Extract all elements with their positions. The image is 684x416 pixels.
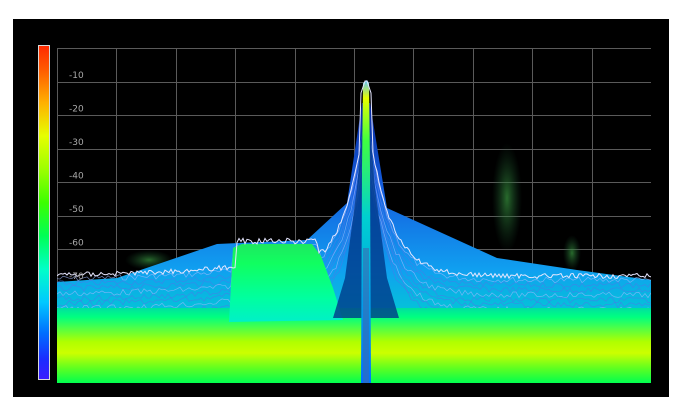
- spectrum-base-fill: [57, 308, 651, 383]
- amplitude-tick-label: -70: [69, 272, 84, 282]
- amplitude-tick-label: -50: [69, 205, 84, 215]
- amplitude-tick-label: -20: [69, 105, 84, 115]
- ghost-signal: [492, 143, 522, 253]
- amplitude-tick-label: -30: [69, 138, 84, 148]
- amplitude-tick-label: -40: [69, 172, 84, 182]
- color-scale-bar: [38, 45, 50, 380]
- carrier-stem: [363, 248, 369, 383]
- amplitude-tick-label: -60: [69, 239, 84, 249]
- spectrum-display: -10 -20 -30 -40 -50 -60 -70: [13, 19, 669, 397]
- persistence-spectrum-plot: -10 -20 -30 -40 -50 -60 -70: [57, 48, 651, 383]
- amplitude-tick-label: -10: [69, 71, 84, 81]
- ghost-signal: [563, 235, 581, 271]
